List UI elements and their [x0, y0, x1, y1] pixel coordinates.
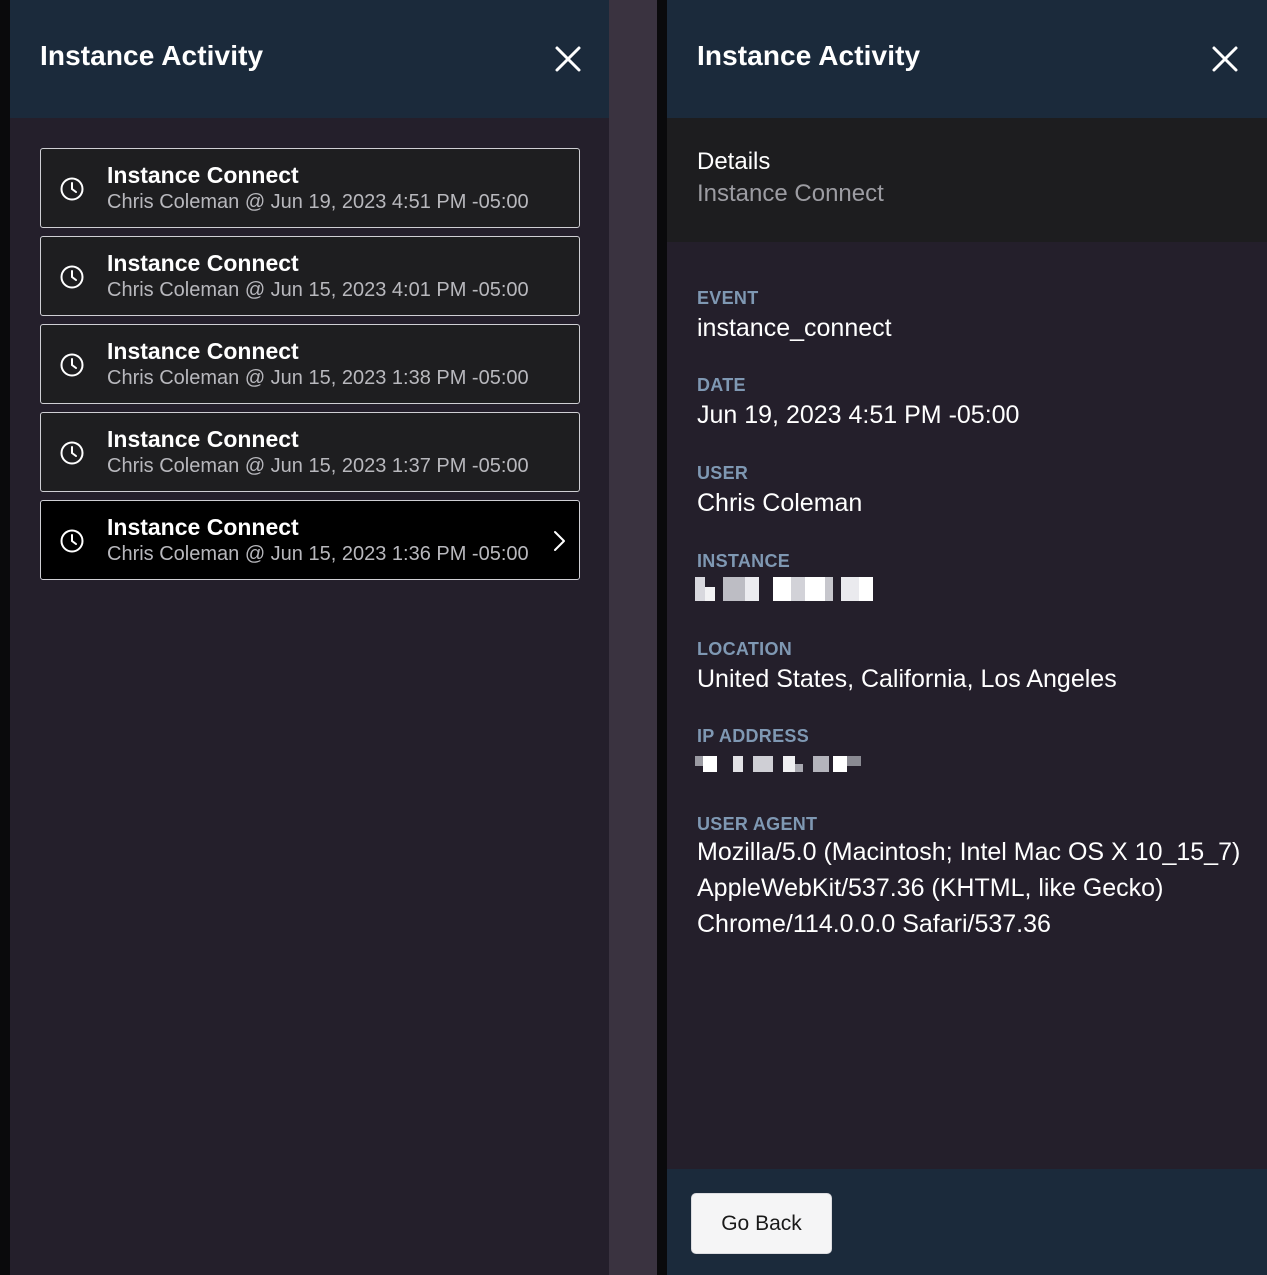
left-edge: [0, 0, 10, 1275]
field-label: USER: [697, 463, 749, 483]
activity-item[interactable]: Instance Connect Chris Coleman @ Jun 15,…: [40, 324, 580, 404]
panel-gap: [609, 0, 657, 1275]
activity-item-title: Instance Connect: [107, 250, 299, 276]
details-subtitle: Instance Connect: [697, 180, 884, 207]
field-value: United States, California, Los Angeles: [697, 665, 1117, 693]
field-label: EVENT: [697, 288, 759, 308]
activity-item[interactable]: Instance Connect Chris Coleman @ Jun 15,…: [40, 412, 580, 492]
activity-details-panel: Instance Activity Details Instance Conne…: [667, 0, 1267, 1275]
chevron-right-icon: [549, 529, 569, 553]
field-event: EVENT instance_connect: [697, 288, 1257, 346]
panel-header: Instance Activity: [10, 0, 609, 118]
activity-item-subtitle: Chris Coleman @ Jun 15, 2023 1:36 PM -05…: [107, 543, 529, 565]
activity-item-subtitle: Chris Coleman @ Jun 15, 2023 1:38 PM -05…: [107, 367, 529, 389]
activity-item-selected[interactable]: Instance Connect Chris Coleman @ Jun 15,…: [40, 500, 580, 580]
panel-header: Instance Activity: [667, 0, 1267, 118]
activity-item-title: Instance Connect: [107, 426, 299, 452]
clock-icon: [59, 352, 85, 378]
clock-icon: [59, 440, 85, 466]
field-ip-address: IP ADDRESS: [695, 726, 1257, 776]
redacted-ip-address: [695, 752, 1257, 776]
app-stage: Instance Activity Instance Connect Chris…: [0, 0, 1267, 1275]
activity-item-subtitle: Chris Coleman @ Jun 15, 2023 1:37 PM -05…: [107, 455, 529, 477]
activity-item-title: Instance Connect: [107, 514, 299, 540]
field-value: Chris Coleman: [697, 489, 863, 517]
field-label: LOCATION: [697, 639, 793, 659]
details-label: Details: [697, 148, 771, 175]
field-location: LOCATION United States, California, Los …: [697, 639, 1257, 697]
field-value: instance_connect: [697, 314, 892, 342]
close-icon: [1212, 46, 1238, 72]
details-header: Details Instance Connect: [667, 118, 1267, 242]
go-back-button[interactable]: Go Back: [691, 1193, 832, 1254]
field-instance: INSTANCE: [695, 551, 1257, 601]
field-user-agent: USER AGENT Mozilla/5.0 (Macintosh; Intel…: [697, 814, 1257, 942]
activity-item[interactable]: Instance Connect Chris Coleman @ Jun 19,…: [40, 148, 580, 228]
close-button[interactable]: [1210, 44, 1240, 74]
field-label: IP ADDRESS: [697, 726, 810, 746]
field-label: INSTANCE: [697, 551, 791, 571]
user-agent-line: Mozilla/5.0 (Macintosh; Intel Mac OS X 1…: [697, 838, 1241, 866]
field-value: Jun 19, 2023 4:51 PM -05:00: [697, 401, 1020, 429]
close-button[interactable]: [553, 44, 583, 74]
field-label: USER AGENT: [697, 814, 818, 834]
activity-item-title: Instance Connect: [107, 162, 299, 188]
panel-title: Instance Activity: [40, 40, 264, 71]
user-agent-line: Chrome/114.0.0.0 Safari/537.36: [697, 910, 1051, 938]
panel-footer: Go Back: [667, 1169, 1267, 1275]
activity-item-title: Instance Connect: [107, 338, 299, 364]
field-user: USER Chris Coleman: [697, 463, 1257, 521]
activity-item[interactable]: Instance Connect Chris Coleman @ Jun 15,…: [40, 236, 580, 316]
user-agent-line: AppleWebKit/537.36 (KHTML, like Gecko): [697, 874, 1164, 902]
activity-list-panel: Instance Activity Instance Connect Chris…: [10, 0, 609, 1275]
redacted-instance: [695, 577, 1257, 601]
field-label: DATE: [697, 375, 746, 395]
clock-icon: [59, 264, 85, 290]
activity-list: Instance Connect Chris Coleman @ Jun 19,…: [40, 148, 580, 588]
panel-title: Instance Activity: [697, 40, 921, 71]
close-icon: [555, 46, 581, 72]
activity-item-subtitle: Chris Coleman @ Jun 19, 2023 4:51 PM -05…: [107, 191, 529, 213]
panel-divider: [657, 0, 667, 1275]
clock-icon: [59, 528, 85, 554]
clock-icon: [59, 176, 85, 202]
field-date: DATE Jun 19, 2023 4:51 PM -05:00: [697, 375, 1257, 433]
activity-item-subtitle: Chris Coleman @ Jun 15, 2023 4:01 PM -05…: [107, 279, 529, 301]
